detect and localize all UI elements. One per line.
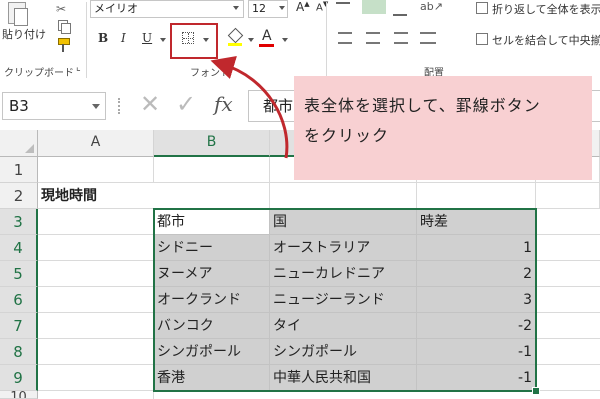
copy-icon[interactable]: [58, 20, 71, 34]
callout-box: 表全体を選択して、罫線ボタン をクリック: [294, 76, 592, 180]
align-middle-icon[interactable]: [362, 0, 386, 14]
font-color-button[interactable]: A: [262, 28, 272, 44]
table-cell-d5[interactable]: 2: [417, 261, 536, 287]
cell[interactable]: [417, 183, 536, 209]
fill-handle[interactable]: [532, 387, 540, 395]
callout-line-1: 表全体を選択して、罫線ボタン: [304, 96, 541, 115]
clipboard-launcher-icon[interactable]: ⌞: [76, 62, 81, 73]
row-header-3[interactable]: 3: [0, 209, 38, 235]
wrap-text-icon[interactable]: [476, 2, 488, 14]
row-header-6[interactable]: 6: [0, 287, 38, 313]
name-box[interactable]: B3: [2, 92, 106, 120]
table-cell-d6[interactable]: 3: [417, 287, 536, 313]
callout-arrow: [210, 56, 289, 159]
table-cell-d9[interactable]: -1: [417, 365, 536, 391]
indent-icon[interactable]: [420, 32, 436, 44]
cancel-icon[interactable]: ✕: [140, 90, 160, 118]
row-header-10[interactable]: 10: [0, 391, 38, 399]
paste-button[interactable]: 貼り付け: [2, 26, 48, 42]
align-bottom-icon[interactable]: [393, 2, 407, 16]
paste-icon[interactable]: [6, 0, 28, 26]
cell-a2[interactable]: 現地時間: [38, 183, 154, 209]
row-10-cells[interactable]: [154, 391, 536, 399]
increase-font-size-button[interactable]: A▲: [296, 0, 310, 14]
font-color-bar: [259, 44, 274, 47]
cell[interactable]: [154, 183, 270, 209]
cell[interactable]: [38, 157, 154, 183]
fill-color-icon[interactable]: [227, 27, 244, 46]
chevron-down-icon[interactable]: [92, 104, 100, 109]
merge-center-button[interactable]: セルを結合して中央揃: [492, 32, 600, 48]
column-e-cells[interactable]: [536, 209, 600, 399]
chevron-down-icon[interactable]: [279, 6, 285, 10]
align-right-icon[interactable]: [394, 32, 408, 44]
table-cell-d4[interactable]: 1: [417, 235, 536, 261]
table-cell-d7[interactable]: -2: [417, 313, 536, 339]
orientation-icon[interactable]: ab↗: [420, 0, 443, 13]
cut-icon[interactable]: ✂: [56, 2, 70, 16]
row-header-8[interactable]: 8: [0, 339, 38, 365]
row-header-2[interactable]: 2: [0, 183, 38, 209]
callout-line-2: をクリック: [304, 126, 390, 145]
group-divider: [326, 2, 327, 78]
merge-center-icon[interactable]: [476, 33, 488, 45]
more-options-icon: [118, 98, 123, 114]
select-all-corner[interactable]: [0, 130, 38, 157]
table-cell-b5[interactable]: ヌーメア: [154, 261, 270, 287]
font-name-select[interactable]: メイリオ: [90, 0, 244, 18]
table-cell-c6[interactable]: ニュージーランド: [270, 287, 417, 313]
table-cell-c7[interactable]: タイ: [270, 313, 417, 339]
table-cell-d8[interactable]: -1: [417, 339, 536, 365]
align-top-icon[interactable]: [336, 2, 350, 16]
table-cell-d3[interactable]: 時差: [417, 209, 536, 235]
enter-icon[interactable]: ✓: [176, 90, 196, 118]
underline-button[interactable]: U: [142, 31, 152, 45]
table-cell-c8[interactable]: シンガポール: [270, 339, 417, 365]
row-header-5[interactable]: 5: [0, 261, 38, 287]
table-cell-c3[interactable]: 国: [270, 209, 417, 235]
table-cell-b9[interactable]: 香港: [154, 365, 270, 391]
cell[interactable]: [270, 183, 417, 209]
table-cell-c9[interactable]: 中華人民共和国: [270, 365, 417, 391]
chevron-down-icon[interactable]: [233, 6, 239, 10]
chevron-down-icon[interactable]: [203, 38, 209, 42]
column-a-cells[interactable]: [38, 209, 154, 399]
align-center-icon[interactable]: [366, 32, 380, 44]
chevron-down-icon[interactable]: [160, 38, 166, 42]
align-left-icon[interactable]: [338, 32, 352, 44]
italic-button[interactable]: I: [121, 31, 126, 45]
row-header-4[interactable]: 4: [0, 235, 38, 261]
cell[interactable]: [536, 183, 600, 209]
table-cell-b4[interactable]: シドニー: [154, 235, 270, 261]
table-cell-c4[interactable]: オーストラリア: [270, 235, 417, 261]
table-cell-b8[interactable]: シンガポール: [154, 339, 270, 365]
group-divider: [86, 2, 87, 78]
chevron-down-icon[interactable]: [282, 38, 288, 42]
wrap-text-button[interactable]: 折り返して全体を表示: [492, 1, 600, 17]
border-icon[interactable]: [182, 32, 194, 44]
row-header-9[interactable]: 9: [0, 365, 38, 391]
table-cell-b3[interactable]: 都市: [154, 209, 270, 235]
table-cell-c5[interactable]: ニューカレドニア: [270, 261, 417, 287]
table-cell-b7[interactable]: バンコク: [154, 313, 270, 339]
table-cell-b6[interactable]: オークランド: [154, 287, 270, 313]
chevron-down-icon[interactable]: [248, 38, 254, 42]
column-header-a[interactable]: A: [38, 130, 154, 157]
clipboard-group-label: クリップボード: [4, 68, 74, 79]
row-header-1[interactable]: 1: [0, 157, 38, 183]
bold-button[interactable]: B: [98, 31, 108, 45]
format-painter-icon[interactable]: [56, 38, 70, 52]
row-header-7[interactable]: 7: [0, 313, 38, 339]
